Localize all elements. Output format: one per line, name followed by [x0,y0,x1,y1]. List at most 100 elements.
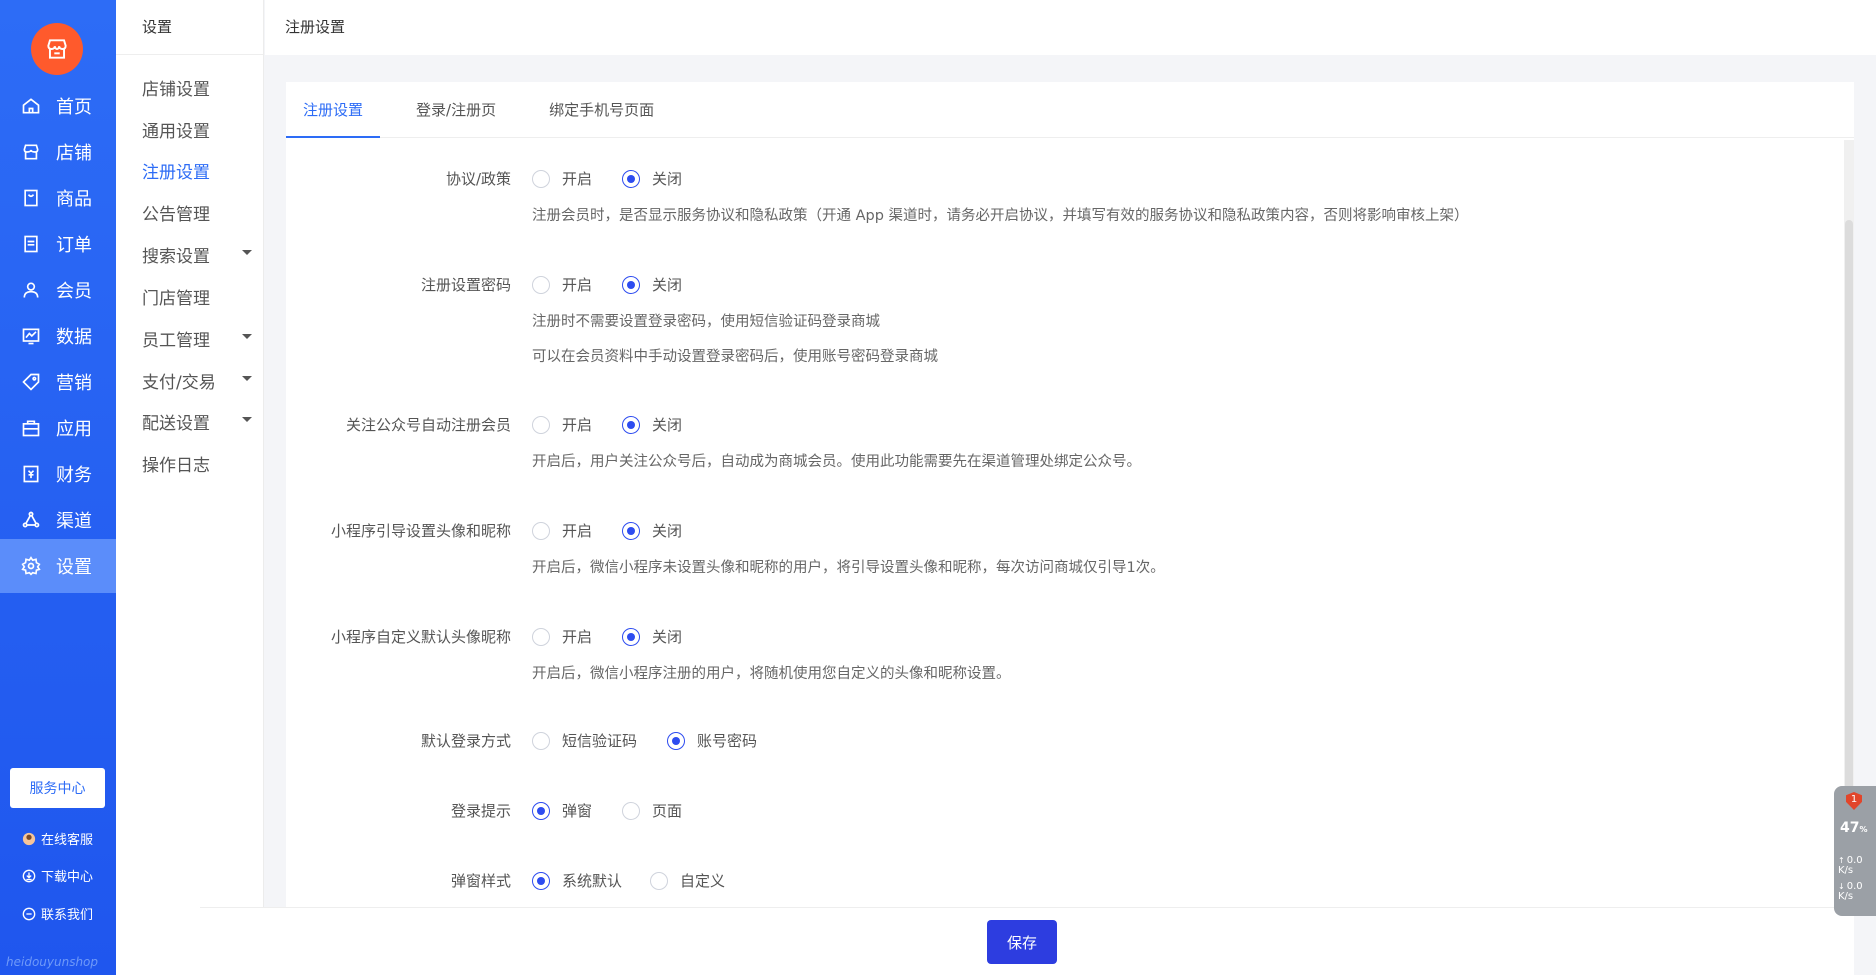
radio-label: 开启 [562,522,593,540]
radio-circle [532,871,550,890]
system-monitor-widget[interactable]: 1 47% ↑ 0.0 K/s ↓ 0.0 K/s [1834,786,1876,916]
radio-circle [622,521,640,540]
shield-icon: 1 [1846,792,1862,810]
radio-prompt-page[interactable]: 页面 [622,800,682,821]
radio-circle [532,275,550,294]
percent-unit: % [1859,825,1868,834]
page-title: 注册设置 [265,0,1876,55]
unit-label: K/s [1838,891,1854,902]
submenu-item-label: 支付/交易 [142,373,216,393]
radio-guide-avatar-off[interactable]: 关闭 [622,520,682,541]
radio-label: 账号密码 [697,732,758,750]
radio-label: 系统默认 [562,872,623,890]
caret-down-icon [242,417,252,422]
submenu-item-operation-log[interactable]: 操作日志 [142,451,252,476]
online-support-link[interactable]: 在线客服 [21,829,93,848]
radio-password-on[interactable]: 开启 [532,274,592,295]
submenu-item-store-settings[interactable]: 店铺设置 [142,75,252,100]
download-center-link[interactable]: 下载中心 [21,866,93,885]
arrow-up-icon: ↑ [1838,856,1845,865]
radio-circle [532,415,550,434]
radio-login-password[interactable]: 账号密码 [667,730,757,751]
rail-item-label: 首页 [56,97,92,118]
submenu-item-label: 操作日志 [142,456,210,476]
app-icon [20,417,42,439]
radio-label: 关闭 [652,522,683,540]
radio-label: 开启 [562,276,593,294]
radio-password-off[interactable]: 关闭 [622,274,682,295]
radio-popup-style-custom[interactable]: 自定义 [650,870,725,891]
radio-label: 自定义 [680,872,726,890]
unit-label: K/s [1838,865,1854,876]
radio-popup-style-default[interactable]: 系统默认 [532,870,622,891]
rail-item-label: 订单 [56,235,92,256]
main-rail: 首页 店铺 商品 订单 会员 数据 营销 应用 财务 渠道 设置 服务中心 在线… [0,0,116,975]
store-icon [20,141,42,163]
scrollbar-thumb[interactable] [1845,220,1853,820]
radio-circle [667,731,685,750]
radio-guide-avatar-on[interactable]: 开启 [532,520,592,541]
submenu-item-announcements[interactable]: 公告管理 [142,200,252,225]
submenu-item-label: 公告管理 [142,205,210,225]
radio-follow-register-off[interactable]: 关闭 [622,414,682,435]
field-label: 注册设置密码 [420,276,511,294]
tab-bind-phone-page[interactable]: 绑定手机号页面 [532,82,671,138]
submenu-item-delivery[interactable]: 配送设置 [142,409,252,434]
submenu-item-label: 注册设置 [142,163,210,183]
tab-register-settings[interactable]: 注册设置 [286,82,381,138]
radio-circle [622,169,640,188]
order-icon [20,233,42,255]
submenu-item-stores[interactable]: 门店管理 [142,284,252,309]
register-settings-form: 协议/政策 开启 关闭 注册会员时，是否显示服务协议和隐私政策（开通 App 渠… [286,138,1844,908]
submenu-item-search-settings[interactable]: 搜索设置 [142,242,252,267]
tag-icon [20,371,42,393]
radio-circle [622,275,640,294]
submenu-item-label: 通用设置 [142,122,210,142]
submenu-item-payment[interactable]: 支付/交易 [142,368,252,393]
upload-speed: ↑ 0.0 K/s [1838,856,1863,876]
member-icon [20,279,42,301]
rail-item-label: 商品 [56,189,92,210]
field-label: 登录提示 [450,802,511,820]
gear-icon [20,555,42,577]
radio-label: 关闭 [652,170,683,188]
radio-circle [532,627,550,646]
submenu-item-general-settings[interactable]: 通用设置 [142,117,252,142]
field-label: 关注公众号自动注册会员 [345,416,511,434]
radio-follow-register-on[interactable]: 开启 [532,414,592,435]
submenu-item-staff[interactable]: 员工管理 [142,326,252,351]
rail-item-settings[interactable]: 设置 [0,539,116,593]
rail-item-label: 应用 [56,419,92,440]
rail-item-label: 店铺 [56,143,92,164]
submenu-item-register-settings[interactable]: 注册设置 [142,158,252,183]
rail-item-label: 数据 [56,327,92,348]
radio-circle [532,521,550,540]
field-hint: 可以在会员资料中手动设置登录密码后，使用账号密码登录商城 [532,349,938,365]
percent-value: 47 [1840,820,1860,836]
radio-prompt-popup[interactable]: 弹窗 [532,800,592,821]
service-center-button[interactable]: 服务中心 [10,768,105,808]
app-root: 首页 店铺 商品 订单 会员 数据 营销 应用 财务 渠道 设置 服务中心 在线… [0,0,1876,975]
radio-agreement-off[interactable]: 关闭 [622,168,682,189]
field-label: 小程序引导设置头像和昵称 [330,522,511,540]
contact-us-link[interactable]: 联系我们 [21,904,93,923]
radio-agreement-on[interactable]: 开启 [532,168,592,189]
tab-login-register-page[interactable]: 登录/注册页 [399,82,513,138]
store-logo-icon[interactable] [31,23,83,75]
save-button[interactable]: 保存 [987,920,1057,964]
rail-item-label: 会员 [56,281,92,302]
radio-custom-avatar-off[interactable]: 关闭 [622,626,682,647]
field-label: 默认登录方式 [420,732,511,750]
field-hint: 开启后，微信小程序注册的用户，将随机使用您自定义的头像和昵称设置。 [532,666,1011,682]
field-hint: 注册会员时，是否显示服务协议和隐私政策（开通 App 渠道时，请务必开启协议，并… [532,208,1469,224]
submenu-item-label: 配送设置 [142,414,210,434]
tab-bar: 注册设置 登录/注册页 绑定手机号页面 [286,82,1854,138]
rail-link-label: 下载中心 [41,870,94,885]
radio-circle [622,415,640,434]
radio-label: 短信验证码 [562,732,638,750]
chart-icon [20,325,42,347]
radio-login-sms[interactable]: 短信验证码 [532,730,637,751]
settings-submenu: 设置 店铺设置 通用设置 注册设置 公告管理 搜索设置 门店管理 员工管理 支付… [116,0,264,975]
radio-custom-avatar-on[interactable]: 开启 [532,626,592,647]
radio-label: 弹窗 [562,802,593,820]
